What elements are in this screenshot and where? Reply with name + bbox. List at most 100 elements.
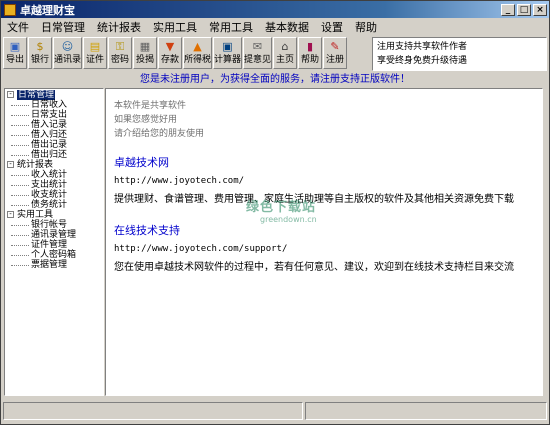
toolbar-button-home[interactable]: ⌂ 主页 [273,37,297,69]
tree-group[interactable]: - 日常管理 [5,90,103,100]
registration-notice: 注用支持共享软件作者 享受终身免费升级待遇 [372,37,547,71]
toolbar-button-label: 存款 [160,55,179,65]
tree-group[interactable]: - 实用工具 [5,210,103,220]
toolbar-button-calculator[interactable]: ▦ 投揭 [133,37,157,69]
toolbar-button-label: 提意见 [244,55,272,65]
toolbar-button-suggestion[interactable]: ✉ 提意见 [243,37,272,69]
tree-item[interactable]: 银行帐号 [5,220,103,230]
tree-item[interactable]: 日常支出 [5,110,103,120]
tree-item[interactable]: 借入记录 [5,120,103,130]
content-panel: 本软件是共享软件 如果您感觉好用 请介绍给您的朋友使用 卓越技术网 http://ww… [105,88,543,396]
toolbar-button-label: 计算器 [214,55,242,65]
toolbar-button-label: 通讯录 [54,55,82,65]
tree-item[interactable]: 通讯录管理 [5,230,103,240]
register-icon: ✎ [330,40,340,53]
notice-line-1: 注用支持共享软件作者 [377,42,468,52]
tree-item[interactable]: 收支统计 [5,190,103,200]
tree-item[interactable]: 借入归还 [5,130,103,140]
window-title: 卓越理财宝 [20,3,75,17]
toolbar-button-contacts[interactable]: ☺ 通讯录 [53,37,82,69]
toolbar: ▣ 导出 $ 银行 ☺ 通讯录 ▤ 证件 ⚿ 密码 ▦ 投揭 ▼ 存款 ▲ 所得税 ▣ 计算器 ✉ 提意见 ⌂ 主页 ▮ 帮助… [3,37,368,69]
app-window: 卓越理财宝 _ □ × 文件 日常管理 统计报表 实用工具 常用工具 基本数据 … [0,0,550,425]
key-icon: ⚿ [115,40,125,53]
computer-icon: ▣ [222,40,233,53]
menu-basic-data[interactable]: 基本数据 [259,19,315,35]
tree-item[interactable]: 证件管理 [5,240,103,250]
tree-item[interactable]: 支出统计 [5,180,103,190]
deposit-icon: ▼ [165,40,175,53]
id-card-icon: ▤ [89,40,101,53]
menu-common-tools[interactable]: 常用工具 [203,19,259,35]
tree-item[interactable]: 借出归还 [5,150,103,160]
toolbar-button-bank[interactable]: $ 银行 [28,37,52,69]
menu-bar: 文件 日常管理 统计报表 实用工具 常用工具 基本数据 设置 帮助 [1,18,549,35]
intro-line: 如果您感觉好用 [114,115,178,125]
maximize-icon[interactable]: □ [517,3,531,16]
menu-utilities[interactable]: 实用工具 [147,19,203,35]
menu-settings[interactable]: 设置 [315,19,349,35]
intro-line: 本软件是共享软件 [114,101,187,111]
help-book-icon: ▮ [306,40,314,53]
calculator-icon: ▦ [139,40,151,53]
section-title-link[interactable]: 在线技术支持 [114,223,534,239]
tree-item[interactable]: 日常收入 [5,100,103,110]
home-icon: ⌂ [281,40,289,53]
title-bar: 卓越理财宝 _ □ × [1,1,549,18]
menu-reports[interactable]: 统计报表 [91,19,147,35]
app-icon [4,3,16,16]
toolbar-button-tax[interactable]: ▲ 所得税 [183,37,212,69]
unregistered-banner[interactable]: 您是未注册用户，为获得全面的服务，请注册支持正版软件！ [1,72,549,87]
section-description: 提供理财、食谱管理、费用管理、家庭生活助理等自主版权的软件及其他相关资源免费下载 [114,194,514,205]
tree-item[interactable]: 债务统计 [5,200,103,210]
collapse-icon[interactable]: - [7,211,14,218]
section-title-link[interactable]: 卓越技术网 [114,155,534,171]
toolbar-button-register[interactable]: ✎ 注册 [323,37,347,69]
export-icon: ▣ [9,40,21,53]
intro-line: 请介绍给您的朋友使用 [114,129,205,139]
toolbar-button-computer[interactable]: ▣ 计算器 [213,37,242,69]
window-controls: _ □ × [501,3,547,16]
notice-line-2: 享受终身免费升级待遇 [377,56,468,66]
toolbar-button-label: 帮助 [300,55,319,65]
toolbar-button-label: 银行 [30,55,49,65]
menu-help[interactable]: 帮助 [349,19,383,35]
tree-group-label: 统计报表 [17,160,54,170]
toolbar-button-label: 所得税 [184,55,212,65]
minimize-icon[interactable]: _ [501,3,515,16]
toolbar-button-label: 证件 [85,55,104,65]
suggestion-icon: ✉ [252,40,263,53]
tree-item[interactable]: 收入统计 [5,170,103,180]
collapse-icon[interactable]: - [7,91,14,98]
toolbar-button-label: 导出 [5,55,24,65]
tree-item[interactable]: 票据管理 [5,260,103,270]
info-section: 在线技术支持 http://www.joyotech.com/support/您在… [114,223,534,277]
menu-file[interactable]: 文件 [1,19,35,35]
toolbar-button-id-card[interactable]: ▤ 证件 [83,37,107,69]
menu-daily[interactable]: 日常管理 [35,19,91,35]
close-icon[interactable]: × [533,3,547,16]
section-url[interactable]: http://www.joyotech.com/ [114,171,534,191]
bank-icon: $ [36,40,44,53]
content-scrollbar[interactable] [543,88,548,396]
section-url[interactable]: http://www.joyotech.com/support/ [114,239,534,259]
status-cell-1 [3,402,303,420]
toolbar-button-label: 投揭 [135,55,154,65]
toolbar-button-export[interactable]: ▣ 导出 [3,37,27,69]
toolbar-button-label: 注册 [325,55,344,65]
tree-item[interactable]: 个人密码箱 [5,250,103,260]
tree-group-label: 实用工具 [17,210,54,220]
tree-item[interactable]: 借出记录 [5,140,103,150]
toolbar-button-label: 密码 [110,55,129,65]
status-bar [1,399,549,424]
tree-group-label: 日常管理 [17,90,56,100]
tax-icon: ▲ [193,40,202,53]
navigation-tree[interactable]: - 日常管理 日常收入 日常支出 借入记录 借入归还 借出记录 借出归还 - 统计报表 收入统计 支出… [4,88,104,396]
tree-group[interactable]: - 统计报表 [5,160,103,170]
info-section: 卓越技术网 http://www.joyotech.com/提供理财、食谱管理、费… [114,155,534,209]
intro-text: 本软件是共享软件 如果您感觉好用请介绍给您的朋友使用 [114,99,534,141]
toolbar-button-deposit[interactable]: ▼ 存款 [158,37,182,69]
toolbar-button-key[interactable]: ⚿ 密码 [108,37,132,69]
contacts-icon: ☺ [61,40,74,53]
toolbar-button-help-book[interactable]: ▮ 帮助 [298,37,322,69]
collapse-icon[interactable]: - [7,161,14,168]
